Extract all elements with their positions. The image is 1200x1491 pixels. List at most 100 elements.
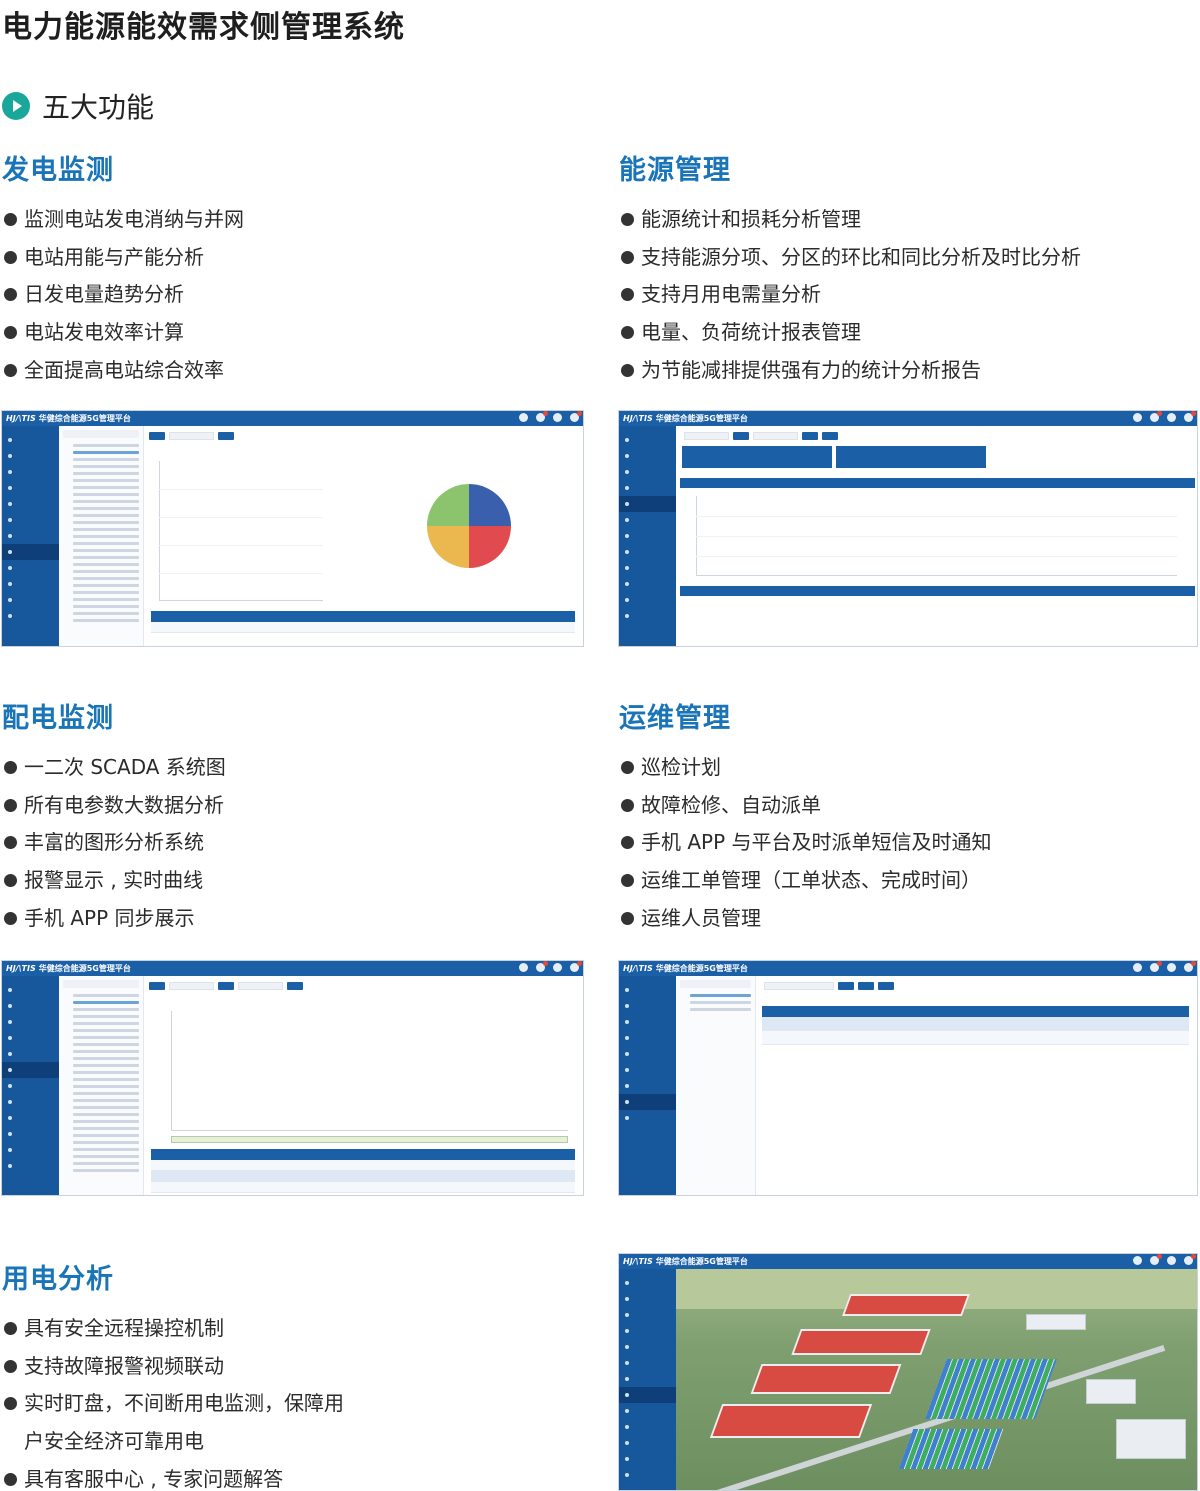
- date-field[interactable]: [238, 982, 283, 990]
- tab-button[interactable]: [149, 432, 165, 440]
- expand-icon[interactable]: [553, 413, 562, 422]
- query-button[interactable]: [287, 982, 303, 990]
- expand-icon[interactable]: [553, 963, 562, 972]
- home-icon[interactable]: [1133, 963, 1142, 972]
- sidebar-item[interactable]: [619, 1451, 676, 1467]
- sidebar-item[interactable]: [619, 592, 676, 608]
- query-button[interactable]: [218, 432, 234, 440]
- home-icon[interactable]: [519, 413, 528, 422]
- tree-search-input[interactable]: [680, 980, 751, 988]
- sidebar-item[interactable]: [2, 1078, 59, 1094]
- home-icon[interactable]: [1133, 413, 1142, 422]
- bell-icon[interactable]: [1150, 1254, 1162, 1265]
- search-field[interactable]: [764, 982, 834, 990]
- date-field[interactable]: [169, 432, 214, 440]
- sidebar-item[interactable]: [2, 496, 59, 512]
- sidebar-item[interactable]: [619, 1339, 676, 1355]
- sidebar-item[interactable]: [619, 560, 676, 576]
- sidebar-item[interactable]: [2, 1126, 59, 1142]
- sidebar-item[interactable]: [619, 1291, 676, 1307]
- sidebar-item[interactable]: [619, 1110, 676, 1126]
- sidebar-item[interactable]: [619, 1403, 676, 1419]
- sidebar-item-active[interactable]: [619, 1387, 676, 1403]
- sidebar-item[interactable]: [619, 608, 676, 624]
- query-button[interactable]: [838, 982, 854, 990]
- sidebar-item[interactable]: [619, 1419, 676, 1435]
- tree-search-input[interactable]: [63, 980, 139, 988]
- sidebar-item[interactable]: [619, 1355, 676, 1371]
- bell-icon[interactable]: [1150, 411, 1162, 422]
- sidebar-item[interactable]: [2, 1014, 59, 1030]
- sidebar-item[interactable]: [619, 1014, 676, 1030]
- date-field[interactable]: [169, 982, 214, 990]
- tree-search-input[interactable]: [63, 430, 139, 438]
- sidebar-item[interactable]: [2, 1030, 59, 1046]
- sidebar-item[interactable]: [2, 512, 59, 528]
- sidebar-item[interactable]: [619, 1062, 676, 1078]
- avatar-icon[interactable]: [1184, 1254, 1196, 1265]
- sidebar-item[interactable]: [2, 1142, 59, 1158]
- sidebar-item[interactable]: [2, 608, 59, 624]
- sidebar-item[interactable]: [619, 544, 676, 560]
- sidebar-item[interactable]: [619, 1467, 676, 1483]
- list-item: 报警显示 , 实时曲线: [2, 862, 582, 900]
- time-range-slider[interactable]: [171, 1136, 568, 1143]
- expand-icon[interactable]: [1167, 963, 1176, 972]
- tab-button[interactable]: [733, 432, 749, 440]
- avatar-icon[interactable]: [570, 411, 582, 422]
- tab-button[interactable]: [149, 982, 165, 990]
- sidebar-item[interactable]: [2, 1046, 59, 1062]
- avatar-icon[interactable]: [1184, 961, 1196, 972]
- home-icon[interactable]: [1133, 1256, 1142, 1265]
- sidebar-item[interactable]: [2, 998, 59, 1014]
- query-button[interactable]: [802, 432, 818, 440]
- sidebar-item[interactable]: [619, 1371, 676, 1387]
- bell-icon[interactable]: [1150, 961, 1162, 972]
- export-button[interactable]: [822, 432, 838, 440]
- sidebar-item-active[interactable]: [2, 544, 59, 560]
- sidebar-item[interactable]: [619, 998, 676, 1014]
- sidebar-item[interactable]: [619, 1046, 676, 1062]
- sidebar-item-active[interactable]: [619, 496, 676, 512]
- avatar-icon[interactable]: [570, 961, 582, 972]
- sidebar-item[interactable]: [2, 1110, 59, 1126]
- sidebar-item[interactable]: [2, 480, 59, 496]
- sidebar-item[interactable]: [619, 1323, 676, 1339]
- sidebar-item[interactable]: [2, 432, 59, 448]
- sidebar-item-active[interactable]: [2, 1062, 59, 1078]
- sidebar-item[interactable]: [619, 528, 676, 544]
- home-icon[interactable]: [519, 963, 528, 972]
- select-field[interactable]: [684, 432, 729, 440]
- sidebar-item[interactable]: [619, 448, 676, 464]
- sidebar-item[interactable]: [619, 432, 676, 448]
- sidebar-item[interactable]: [2, 592, 59, 608]
- bell-icon[interactable]: [536, 961, 548, 972]
- bell-icon[interactable]: [536, 411, 548, 422]
- tab-button[interactable]: [218, 982, 234, 990]
- date-field[interactable]: [753, 432, 798, 440]
- sidebar-item[interactable]: [619, 1275, 676, 1291]
- sidebar-item[interactable]: [2, 528, 59, 544]
- sidebar-item[interactable]: [619, 576, 676, 592]
- export-button[interactable]: [878, 982, 894, 990]
- generate-qr-button[interactable]: [858, 982, 874, 990]
- expand-icon[interactable]: [1167, 413, 1176, 422]
- avatar-icon[interactable]: [1184, 411, 1196, 422]
- sidebar-item[interactable]: [2, 1094, 59, 1110]
- sidebar-item[interactable]: [2, 1158, 59, 1174]
- sidebar-item[interactable]: [619, 1030, 676, 1046]
- sidebar-item[interactable]: [619, 1307, 676, 1323]
- sidebar-item[interactable]: [2, 576, 59, 592]
- sidebar-item[interactable]: [2, 560, 59, 576]
- expand-icon[interactable]: [1167, 1256, 1176, 1265]
- sidebar-item[interactable]: [619, 512, 676, 528]
- sidebar-item[interactable]: [619, 1078, 676, 1094]
- sidebar-item[interactable]: [619, 464, 676, 480]
- sidebar-item[interactable]: [2, 448, 59, 464]
- sidebar-item[interactable]: [619, 480, 676, 496]
- sidebar-item[interactable]: [2, 982, 59, 998]
- sidebar-item[interactable]: [2, 464, 59, 480]
- sidebar-item[interactable]: [619, 1435, 676, 1451]
- sidebar-item-active[interactable]: [619, 1094, 676, 1110]
- sidebar-item[interactable]: [619, 982, 676, 998]
